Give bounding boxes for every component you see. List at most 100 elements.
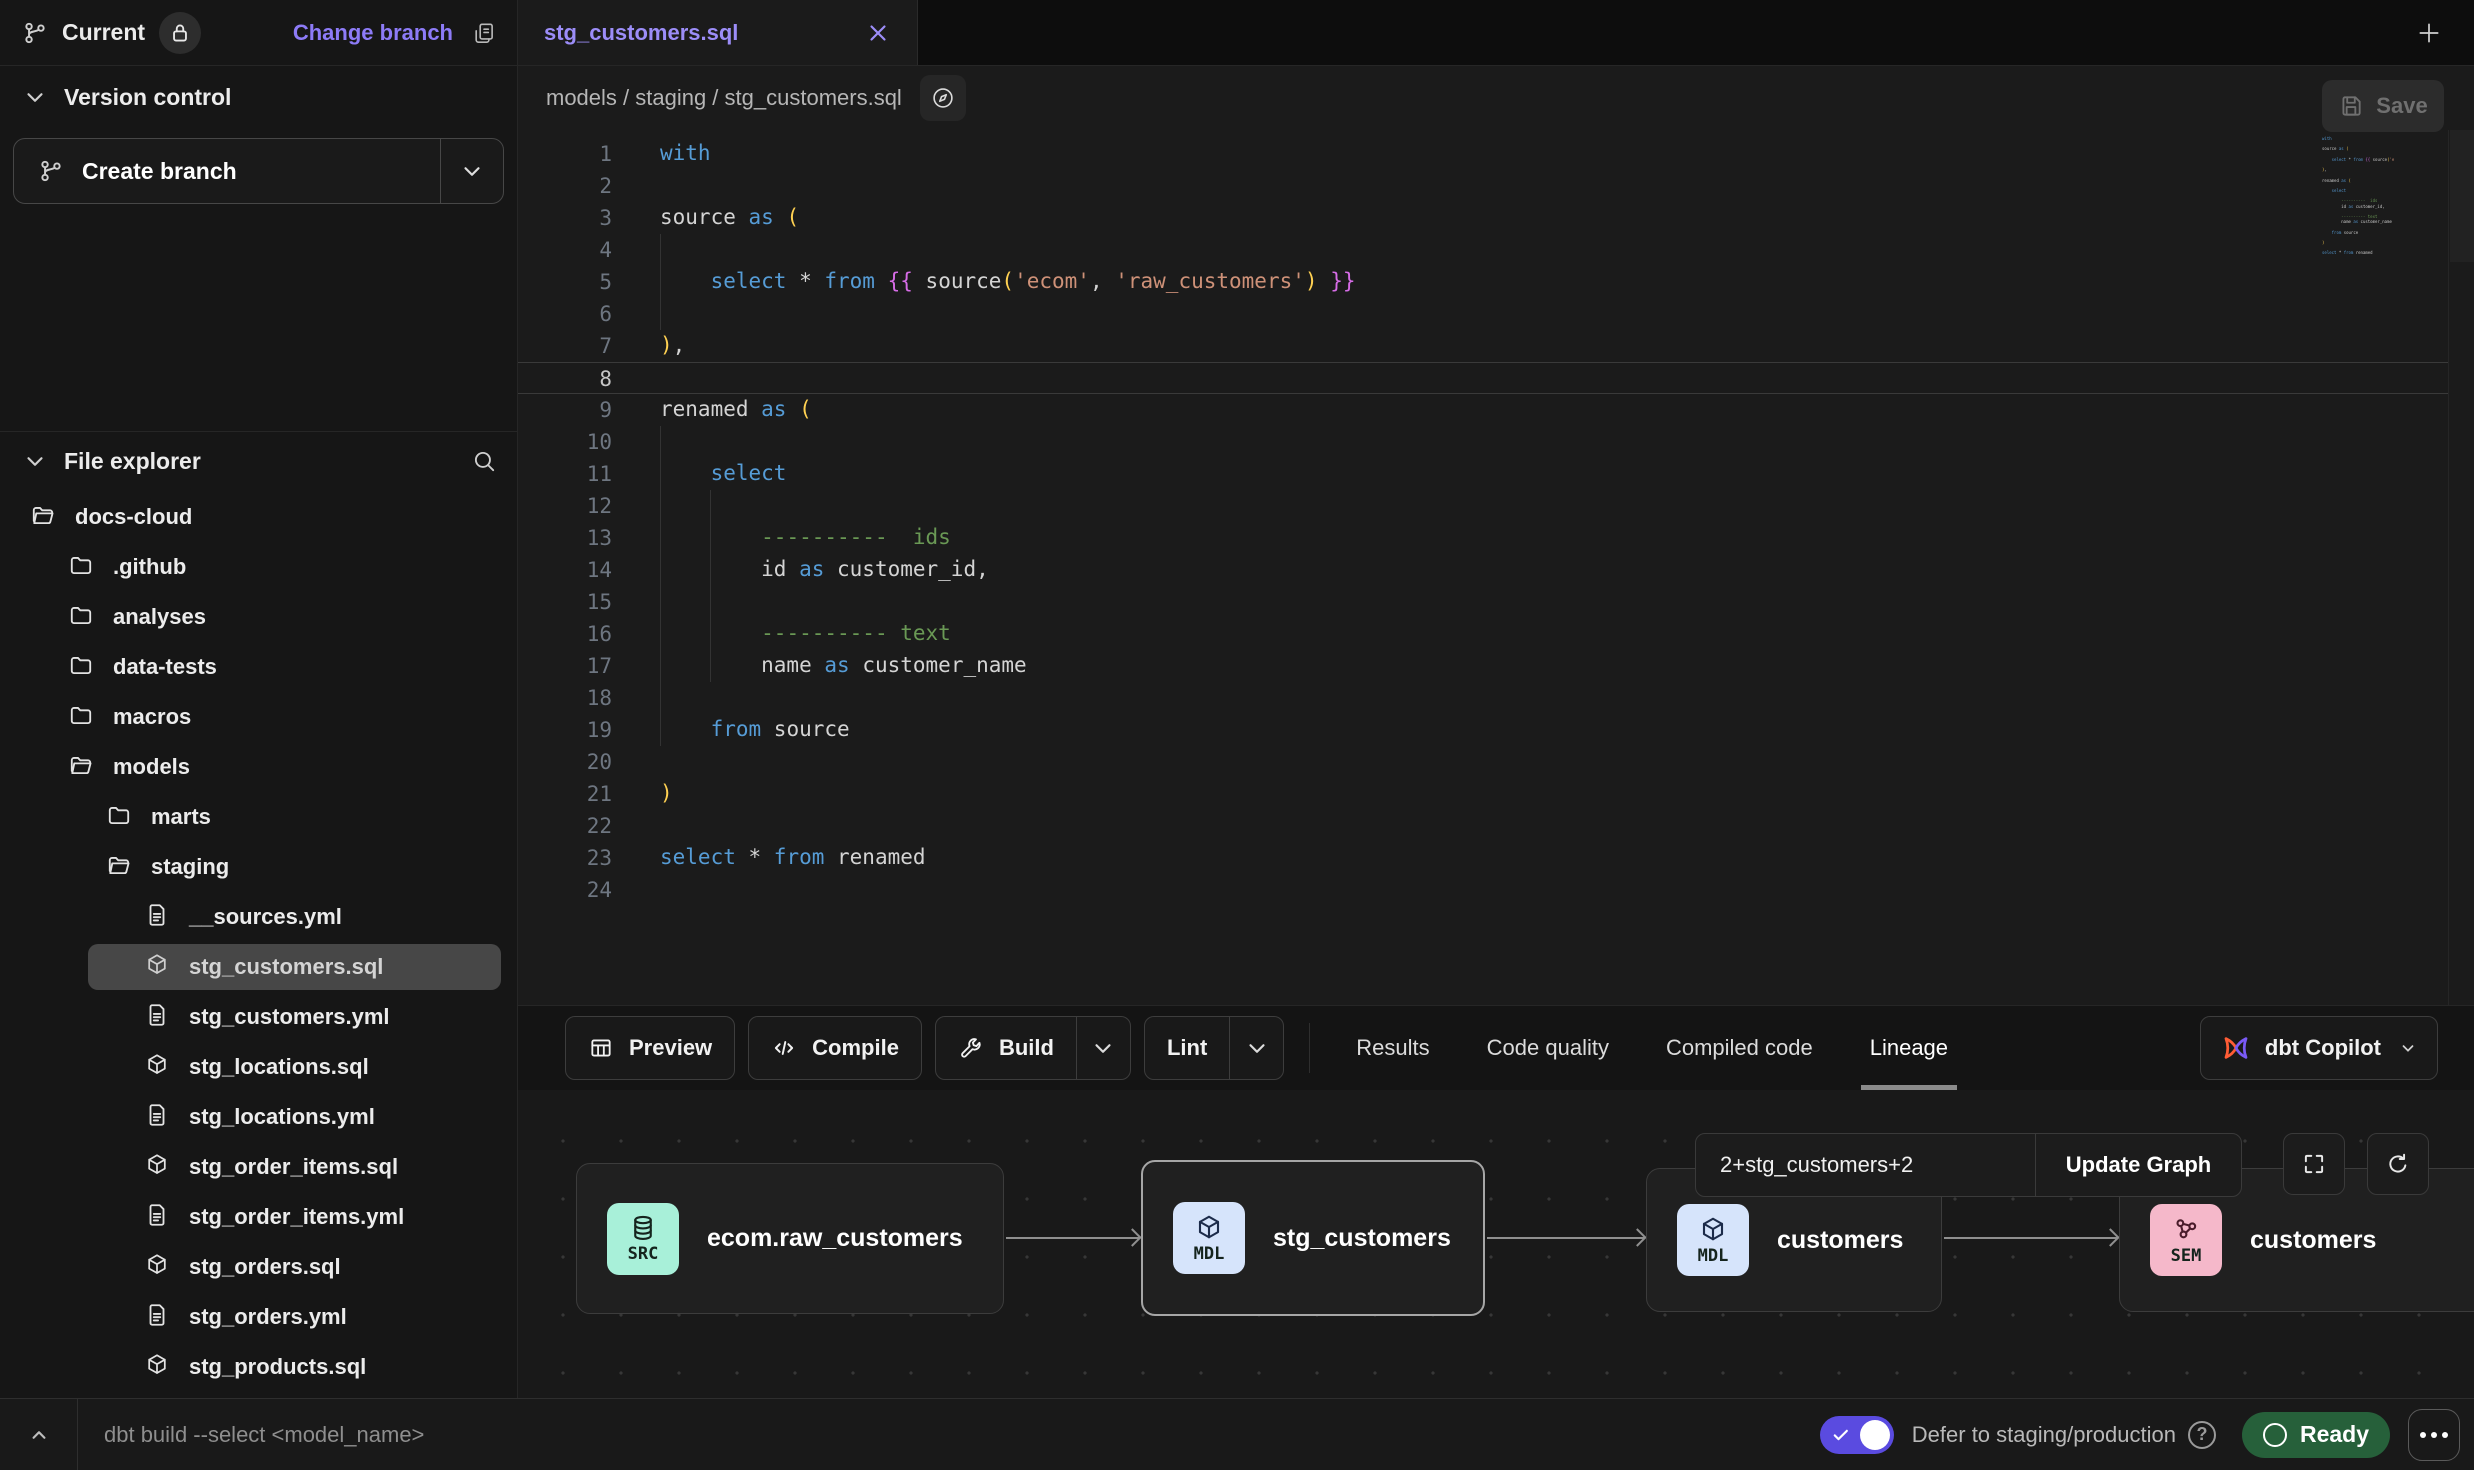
check-icon [1831,1425,1851,1445]
code-line-14: 14 id as customer_id, [518,554,2448,586]
lint-button[interactable]: Lint [1144,1016,1284,1080]
lint-dropdown[interactable] [1229,1017,1283,1079]
tree-item-data-tests[interactable]: data-tests [0,642,517,692]
file-explorer-heading[interactable]: File explorer [0,432,517,490]
create-branch-dropdown[interactable] [441,139,503,203]
tree-item-stg-locations-sql[interactable]: stg_locations.sql [0,1042,517,1092]
copy-branch-button[interactable] [471,20,497,46]
dbt-copilot-button[interactable]: dbt Copilot [2200,1016,2438,1080]
folder-icon [68,602,98,632]
line-content: id as customer_id, [612,554,2448,586]
tree-item-marts[interactable]: marts [0,792,517,842]
tree-item-stg-locations-yml[interactable]: stg_locations.yml [0,1092,517,1142]
create-branch-main[interactable]: Create branch [14,139,441,203]
ready-status-button[interactable]: Ready [2242,1412,2390,1458]
tree-item-stg-products-sql[interactable]: stg_products.sql [0,1342,517,1392]
editor-minimap[interactable]: with source as ( select * from {{ source… [2322,136,2394,261]
save-button[interactable]: Save [2322,80,2444,132]
file-model-icon [144,1152,174,1182]
panel-tab-results[interactable]: Results [1356,1006,1429,1090]
tree-item-models[interactable]: models [0,742,517,792]
help-icon[interactable]: ? [2188,1421,2216,1449]
tree-item-label: marts [151,804,211,830]
save-label: Save [2376,93,2427,119]
line-number: 1 [518,138,612,170]
more-options-button[interactable] [2408,1409,2460,1461]
code-line-9: 9renamed as ( [518,394,2448,426]
code-line-2: 2 [518,170,2448,202]
semantic-icon [2171,1215,2201,1245]
code-line-8: 8 [518,362,2448,394]
defer-toggle[interactable] [1820,1416,1894,1454]
code-icon [771,1035,797,1061]
lineage-node-ecom-raw-customers[interactable]: SRCecom.raw_customers [576,1163,1004,1314]
code-line-24: 24 [518,874,2448,906]
update-graph-button[interactable]: Update Graph [2036,1134,2241,1196]
panel-tab-compiled-code[interactable]: Compiled code [1666,1006,1813,1090]
lineage-selector-input[interactable]: 2+stg_customers+2 [1696,1134,2036,1196]
line-content [612,874,2448,906]
command-input[interactable] [78,1422,1820,1448]
tree-item--sources-yml[interactable]: __sources.yml [0,892,517,942]
tree-item-label: __sources.yml [189,904,342,930]
code-line-21: 21) [518,778,2448,810]
code-line-20: 20 [518,746,2448,778]
action-toolbar: Preview Compile Build Lint Results Code q… [518,1005,2474,1090]
file-doc-icon [144,902,174,932]
build-button[interactable]: Build [935,1016,1131,1080]
line-number: 22 [518,810,612,842]
refresh-graph-button[interactable] [2367,1133,2429,1195]
lineage-edge-arrow [1006,1237,1139,1239]
line-number: 4 [518,234,612,266]
line-content: name as customer_name [612,650,2448,682]
build-dropdown[interactable] [1076,1017,1130,1079]
line-content [612,234,2448,266]
tree-item-macros[interactable]: macros [0,692,517,742]
line-number: 2 [518,170,612,202]
file-search-button[interactable] [471,448,497,474]
save-icon [2338,93,2364,119]
command-bar-expand-button[interactable] [0,1399,78,1470]
tree-item-stg-customers-yml[interactable]: stg_customers.yml [0,992,517,1042]
tree-item-stg-order-items-yml[interactable]: stg_order_items.yml [0,1192,517,1242]
line-content: renamed as ( [612,394,2448,426]
tab-close-icon[interactable] [865,20,891,46]
code-line-15: 15 [518,586,2448,618]
fullscreen-button[interactable] [2283,1133,2345,1195]
compile-button[interactable]: Compile [748,1016,922,1080]
tree-item-label: docs-cloud [75,504,192,530]
code-line-1: 1with [518,138,2448,170]
code-editor[interactable]: 1with23source as (45 select * from {{ so… [518,130,2474,1005]
tree-item-stg-orders-yml[interactable]: stg_orders.yml [0,1292,517,1342]
change-branch-link[interactable]: Change branch [293,20,453,46]
preview-button[interactable]: Preview [565,1016,735,1080]
tree-item-docs-cloud[interactable]: docs-cloud [0,492,517,542]
line-number: 20 [518,746,612,778]
file-model-icon [144,1252,174,1282]
compass-button[interactable] [920,75,966,121]
version-control-heading[interactable]: Version control [0,66,517,128]
tree-item-stg-orders-sql[interactable]: stg_orders.sql [0,1242,517,1292]
lineage-node-stg-customers[interactable]: MDLstg_customers [1141,1160,1485,1316]
tree-item-label: stg_locations.sql [189,1054,369,1080]
file-doc-icon [144,1302,174,1332]
tab-stg-customers-sql[interactable]: stg_customers.sql [518,0,918,65]
compass-icon [930,85,956,111]
line-content [612,170,2448,202]
tree-item--github[interactable]: .github [0,542,517,592]
tree-item-stg-customers-sql[interactable]: stg_customers.sql [0,942,517,992]
tree-item-analyses[interactable]: analyses [0,592,517,642]
editor-scrollbar[interactable] [2448,130,2474,1005]
panel-tab-lineage[interactable]: Lineage [1870,1006,1948,1090]
status-bar: Defer to staging/production ? Ready [0,1398,2474,1470]
panel-tab-code-quality[interactable]: Code quality [1487,1006,1609,1090]
cube-badge: MDL [1173,1202,1245,1274]
tree-item-stg-order-items-sql[interactable]: stg_order_items.sql [0,1142,517,1192]
new-tab-button[interactable] [2408,12,2450,54]
code-line-12: 12 [518,490,2448,522]
create-branch-button[interactable]: Create branch [13,138,504,204]
line-content [612,586,2448,618]
line-number: 12 [518,490,612,522]
tree-item-staging[interactable]: staging [0,842,517,892]
scrollbar-thumb[interactable] [2450,130,2474,262]
